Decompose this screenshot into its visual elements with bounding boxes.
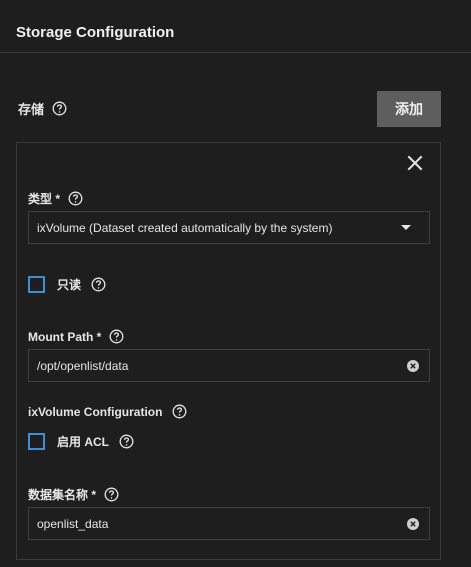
dataset-name-input[interactable]: openlist_data <box>28 507 430 540</box>
help-icon[interactable] <box>119 434 134 449</box>
mount-path-value: /opt/openlist/data <box>37 358 129 373</box>
clear-icon[interactable] <box>407 359 419 372</box>
enable-acl-row: 启用 ACL <box>28 433 134 450</box>
clear-icon[interactable] <box>407 517 419 530</box>
help-icon[interactable] <box>52 101 67 116</box>
help-icon[interactable] <box>109 329 124 344</box>
add-button[interactable]: 添加 <box>377 91 441 127</box>
section-divider <box>0 52 471 53</box>
help-icon[interactable] <box>68 191 83 206</box>
ixvolume-config-row: ixVolume Configuration <box>28 404 187 419</box>
readonly-row: 只读 <box>28 276 106 293</box>
storage-label-row: 存储 <box>18 99 67 118</box>
chevron-down-icon <box>401 225 411 230</box>
dataset-name-value: openlist_data <box>37 516 109 531</box>
enable-acl-checkbox[interactable] <box>28 433 45 450</box>
dataset-name-label-row: 数据集名称 * <box>28 486 119 503</box>
dataset-name-label: 数据集名称 * <box>28 488 97 502</box>
enable-acl-label: 启用 ACL <box>57 435 109 449</box>
type-field-label-row: 类型 * <box>28 190 83 207</box>
close-icon[interactable] <box>405 153 425 173</box>
mount-path-input[interactable]: /opt/openlist/data <box>28 349 430 382</box>
readonly-label: 只读 <box>57 278 82 292</box>
mount-path-label-row: Mount Path * <box>28 329 124 344</box>
type-select[interactable]: ixVolume (Dataset created automatically … <box>28 211 430 244</box>
type-select-value: ixVolume (Dataset created automatically … <box>37 220 333 235</box>
section-title: Storage Configuration <box>16 24 175 41</box>
mount-path-label: Mount Path * <box>28 329 102 344</box>
ixvolume-config-title: ixVolume Configuration <box>28 404 163 419</box>
help-icon[interactable] <box>104 487 119 502</box>
help-icon[interactable] <box>91 277 106 292</box>
help-icon[interactable] <box>172 404 187 419</box>
storage-label: 存储 <box>18 102 45 117</box>
readonly-checkbox[interactable] <box>28 276 45 293</box>
type-field-label: 类型 * <box>28 192 61 206</box>
